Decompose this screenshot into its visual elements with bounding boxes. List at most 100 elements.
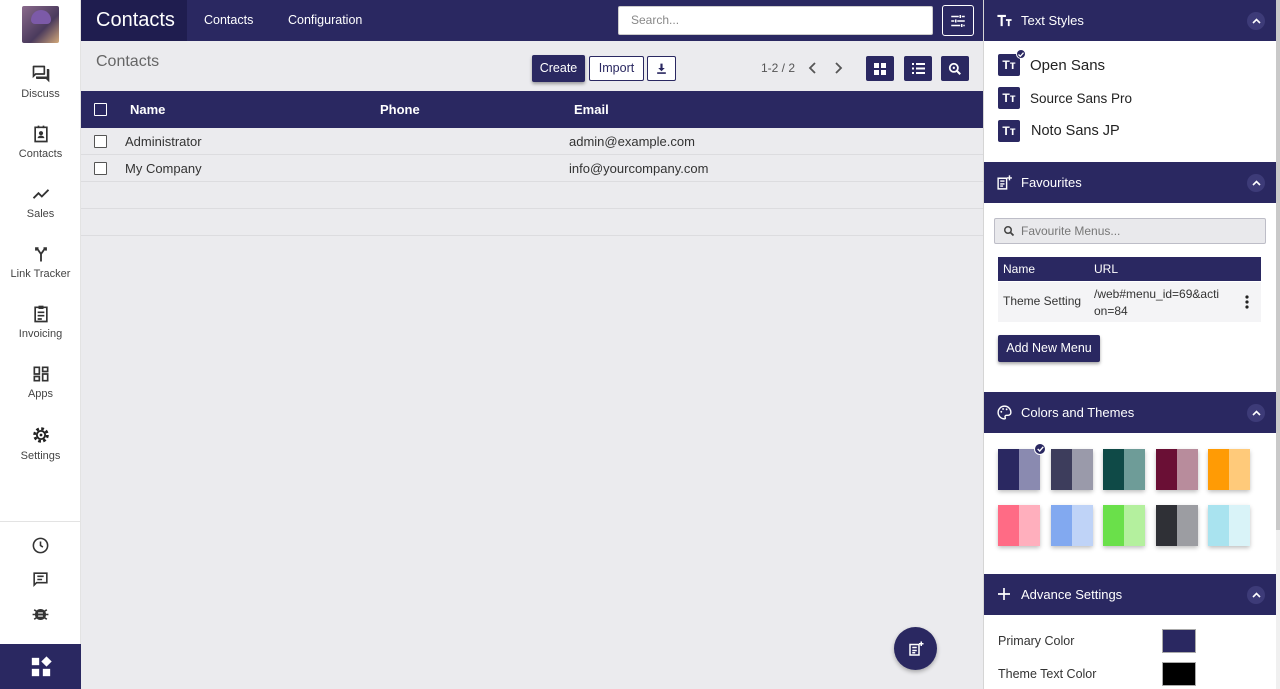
- row-checkbox[interactable]: [94, 135, 107, 148]
- sidebar-label: Link Tracker: [10, 268, 71, 280]
- cell-email: info@yourcompany.com: [569, 161, 709, 176]
- add-new-menu-button[interactable]: Add New Menu: [998, 335, 1100, 362]
- note-add-icon: [997, 175, 1012, 190]
- import-button[interactable]: Import: [589, 56, 644, 81]
- palette-icon: [997, 405, 1012, 420]
- sidebar-item-invoicing[interactable]: Invoicing: [0, 304, 81, 340]
- favourite-url-line2: on=84: [1094, 304, 1128, 318]
- activity-button[interactable]: [0, 536, 81, 555]
- check-icon: [1016, 49, 1026, 59]
- column-header-phone[interactable]: Phone: [380, 91, 420, 128]
- favourite-url-line1: /web#menu_id=69&acti: [1094, 287, 1220, 301]
- pager-value[interactable]: 1-2 / 2: [761, 61, 795, 75]
- cell-name: My Company: [125, 161, 202, 176]
- pager-previous[interactable]: [806, 59, 820, 77]
- theme-swatch[interactable]: [1103, 449, 1145, 490]
- theme-swatch[interactable]: [1155, 505, 1198, 546]
- theme-swatch[interactable]: [1050, 449, 1093, 490]
- menu-contacts[interactable]: Contacts: [204, 0, 253, 41]
- app-brand[interactable]: Contacts: [81, 0, 187, 41]
- colors-themes-header[interactable]: Colors and Themes: [984, 392, 1276, 433]
- trend-icon: [32, 189, 49, 199]
- theme-settings-button[interactable]: [942, 5, 974, 36]
- app-sidebar: Discuss Contacts Sales Link Tracker Invo…: [0, 0, 81, 689]
- more-vertical-icon[interactable]: [1245, 295, 1249, 309]
- menu-configuration[interactable]: Configuration: [288, 0, 362, 41]
- font-option-source-sans-pro[interactable]: Tт Source Sans Pro: [998, 86, 1132, 110]
- theme-swatch[interactable]: [1103, 505, 1145, 546]
- theme-swatch[interactable]: [1155, 449, 1198, 490]
- swatch-color: [1050, 449, 1072, 490]
- column-header-email[interactable]: Email: [574, 91, 609, 128]
- column-header-name[interactable]: Name: [130, 91, 165, 128]
- text-size-icon: [997, 14, 1012, 27]
- sidebar-item-contacts[interactable]: Contacts: [0, 124, 81, 160]
- theme-text-color-picker[interactable]: [1162, 662, 1196, 686]
- sidebar-label: Sales: [26, 208, 55, 220]
- sidebar-divider: [0, 521, 81, 522]
- theme-swatch[interactable]: [998, 443, 1046, 490]
- sidebar-label: Settings: [20, 450, 61, 462]
- search-input[interactable]: Search...: [618, 6, 933, 35]
- select-all-checkbox[interactable]: [94, 103, 107, 116]
- sidebar-item-settings[interactable]: Settings: [0, 424, 81, 462]
- favourite-search-input[interactable]: Favourite Menus...: [994, 218, 1266, 244]
- font-name: Source Sans Pro: [1030, 90, 1133, 106]
- collapse-button[interactable]: [1247, 586, 1265, 604]
- sidebar-item-discuss[interactable]: Discuss: [0, 64, 81, 100]
- row-checkbox[interactable]: [94, 162, 107, 175]
- font-name: Noto Sans JP: [1031, 123, 1120, 139]
- theme-swatch[interactable]: [1208, 449, 1250, 490]
- top-navbar: Contacts Contacts Configuration Search..…: [81, 0, 983, 41]
- column-header-url: URL: [1094, 262, 1119, 276]
- theme-panel: Text Styles Tт Open Sans Tт Source Sans …: [983, 0, 1276, 689]
- swatch-color: [1071, 505, 1093, 546]
- app-switcher-button[interactable]: [0, 644, 81, 689]
- zoom-icon: [948, 62, 961, 75]
- swatch-color: [1050, 505, 1072, 546]
- apps-icon: [33, 366, 48, 382]
- collapse-button[interactable]: [1247, 404, 1265, 422]
- theme-swatch[interactable]: [998, 505, 1040, 546]
- pager-next[interactable]: [831, 59, 845, 77]
- swatch-color: [998, 449, 1019, 490]
- sidebar-item-link-tracker[interactable]: Link Tracker: [0, 244, 81, 280]
- list-view-button[interactable]: [904, 56, 932, 81]
- search-icon: [1004, 226, 1015, 237]
- font-option-open-sans[interactable]: Tт Open Sans: [998, 49, 1105, 77]
- primary-color-picker[interactable]: [1162, 629, 1196, 653]
- text-size-icon: Tт: [998, 49, 1026, 76]
- table-row[interactable]: My Company info@yourcompany.com: [81, 155, 983, 182]
- debug-button[interactable]: [0, 605, 81, 624]
- check-icon: [1034, 443, 1046, 455]
- bug-icon: [32, 608, 49, 621]
- favourite-row[interactable]: Theme Setting /web#menu_id=69&acti on=84: [998, 282, 1261, 322]
- primary-color-label: Primary Color: [998, 634, 1075, 648]
- swatch-color: [1019, 505, 1040, 546]
- theme-swatch[interactable]: [1050, 505, 1093, 546]
- list-header: Name Phone Email: [81, 91, 983, 128]
- favourites-header[interactable]: Favourites: [984, 162, 1276, 203]
- swatch-color: [1071, 449, 1093, 490]
- collapse-button[interactable]: [1247, 174, 1265, 192]
- theme-swatch[interactable]: [1208, 505, 1250, 546]
- messages-button[interactable]: [0, 570, 81, 589]
- add-favourite-fab[interactable]: [894, 627, 937, 670]
- sidebar-item-sales[interactable]: Sales: [0, 184, 81, 220]
- panel-scrollbar-thumb[interactable]: [1276, 0, 1280, 530]
- swatch-color: [998, 505, 1019, 546]
- create-button[interactable]: Create: [532, 55, 585, 82]
- clipboard-icon: [33, 305, 48, 323]
- kanban-view-button[interactable]: [866, 56, 894, 81]
- text-styles-header[interactable]: Text Styles: [984, 0, 1276, 41]
- advance-settings-header[interactable]: Advance Settings: [984, 574, 1276, 615]
- export-button[interactable]: [647, 56, 676, 81]
- collapse-button[interactable]: [1247, 12, 1265, 30]
- section-title: Advance Settings: [1021, 587, 1123, 602]
- user-avatar[interactable]: [22, 6, 59, 43]
- sidebar-item-apps[interactable]: Apps: [0, 364, 81, 400]
- search-panel-button[interactable]: [941, 56, 969, 81]
- plus-icon: [998, 588, 1010, 600]
- font-option-noto-sans-jp[interactable]: Tт Noto Sans JP: [998, 119, 1120, 143]
- table-row[interactable]: Administrator admin@example.com: [81, 128, 983, 155]
